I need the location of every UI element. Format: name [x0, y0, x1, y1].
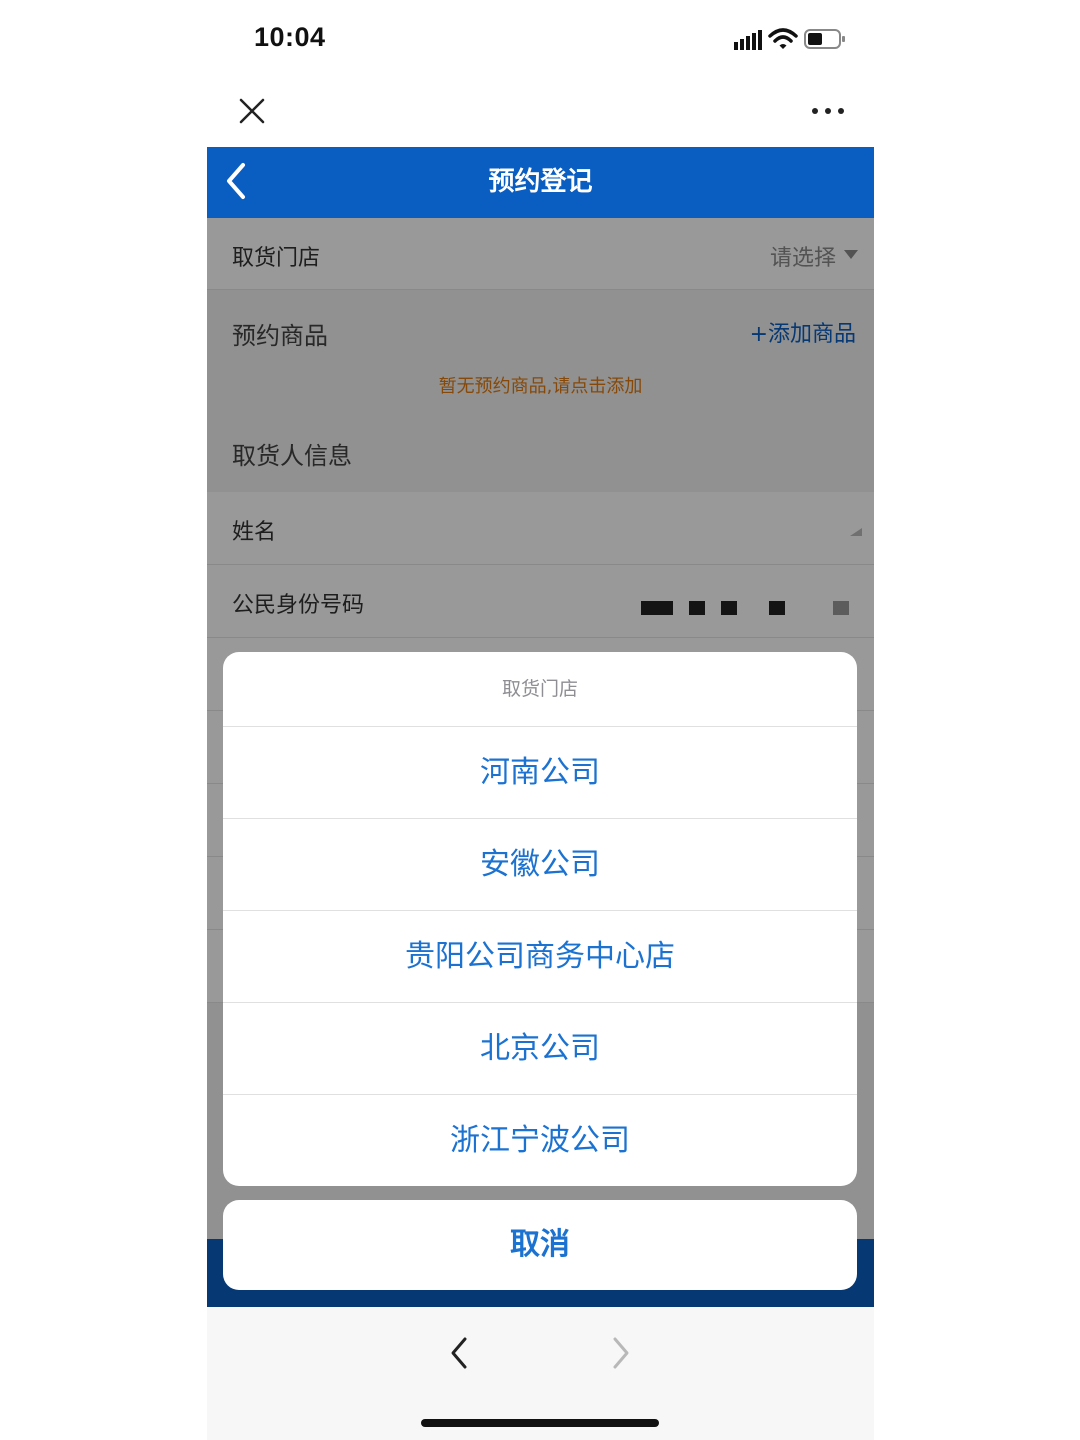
wifi-icon [768, 28, 798, 49]
battery-icon [804, 29, 845, 49]
home-indicator [421, 1419, 659, 1427]
sheet-option-guiyang[interactable]: 贵阳公司商务中心店 [223, 911, 857, 1003]
page-title: 预约登记 [488, 167, 593, 197]
more-options-icon[interactable] [810, 100, 846, 122]
browser-forward-icon[interactable] [607, 1333, 635, 1373]
browser-back-icon[interactable] [445, 1333, 473, 1373]
back-icon[interactable] [217, 161, 257, 201]
cancel-button[interactable]: 取消 [223, 1200, 857, 1290]
close-icon[interactable] [236, 95, 268, 127]
sheet-option-ningbo[interactable]: 浙江宁波公司 [223, 1095, 857, 1186]
nav-bar: 预约登记 [207, 147, 874, 218]
cellular-signal-icon [734, 30, 762, 50]
sheet-option-anhui[interactable]: 安徽公司 [223, 819, 857, 911]
sheet-option-henan[interactable]: 河南公司 [223, 727, 857, 819]
browser-toolbar [207, 1307, 874, 1440]
store-action-sheet: 取货门店 河南公司 安徽公司 贵阳公司商务中心店 北京公司 浙江宁波公司 [223, 652, 857, 1186]
status-time: 10:04 [254, 22, 326, 52]
sheet-option-beijing[interactable]: 北京公司 [223, 1003, 857, 1095]
sheet-title: 取货门店 [223, 652, 857, 727]
